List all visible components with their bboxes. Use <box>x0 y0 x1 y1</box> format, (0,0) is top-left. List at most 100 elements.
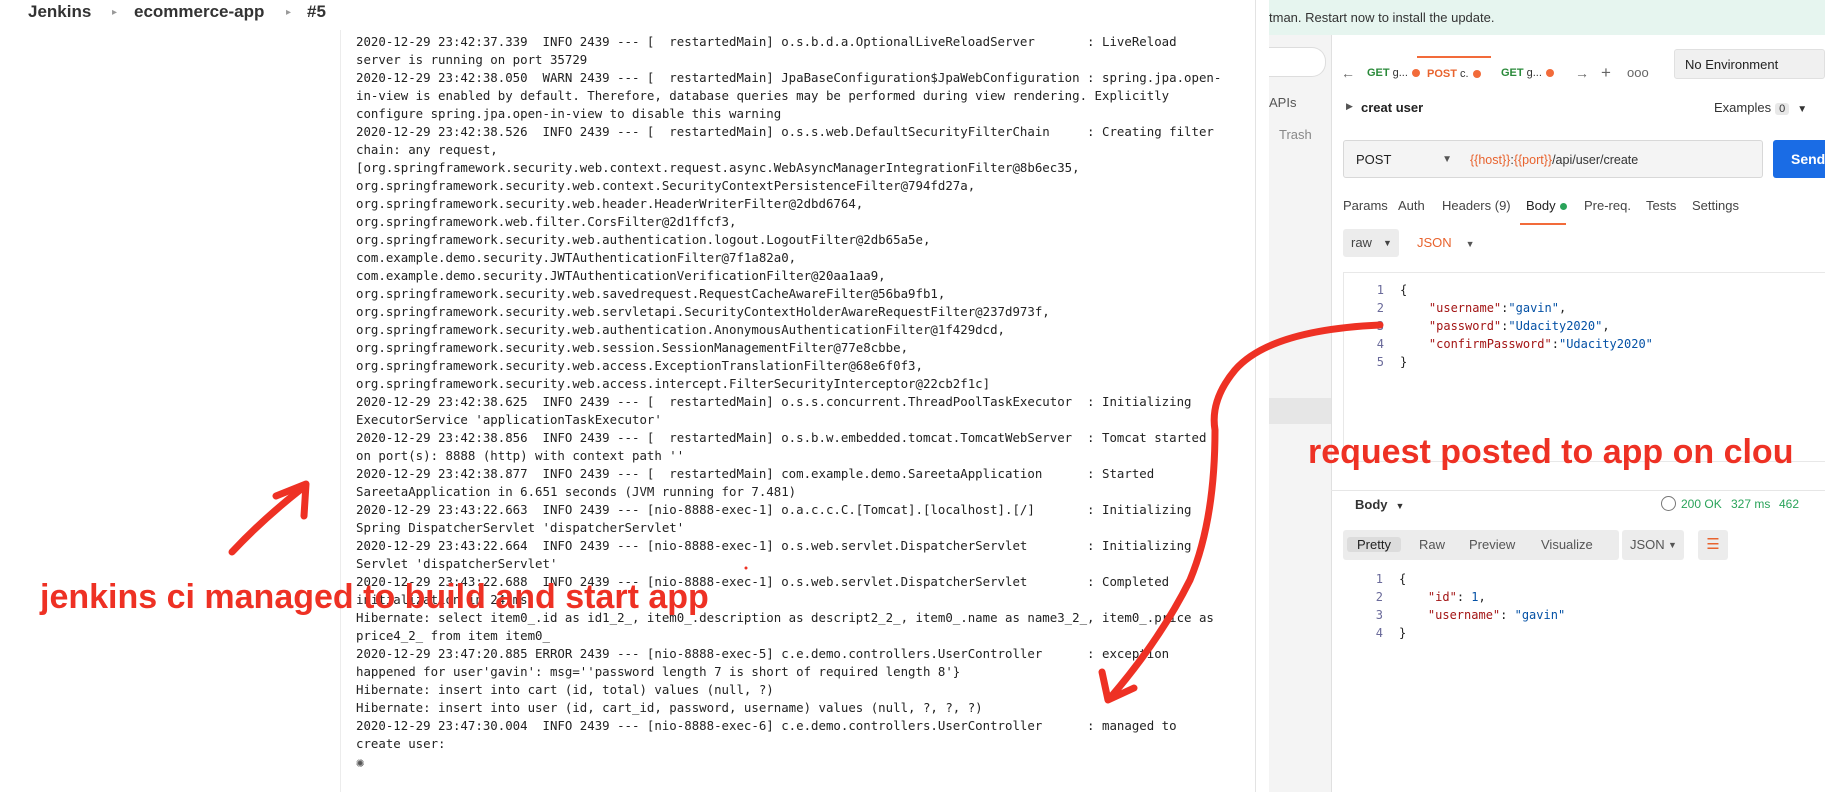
code-key: "confirmPassword" <box>1428 337 1552 351</box>
wrap-lines-icon[interactable]: ☰ <box>1698 530 1728 560</box>
console-line: 2020-12-29 23:42:38.625 INFO 2439 --- [ … <box>356 394 1192 409</box>
console-line: org.springframework.security.web.session… <box>356 340 909 355</box>
sidebar-item-trash[interactable]: Trash <box>1279 127 1312 142</box>
postman-sidebar: APIs Trash <box>1269 35 1332 792</box>
console-line: on port(s): 8888 (http) with context pat… <box>356 448 685 463</box>
line-number: 1 <box>1375 572 1383 586</box>
view-preview[interactable]: Preview <box>1469 530 1515 560</box>
console-line: in-view is enabled by default. Therefore… <box>356 88 1170 103</box>
collapse-caret-icon[interactable]: ▶ <box>1346 101 1353 112</box>
globe-icon[interactable] <box>1661 496 1676 511</box>
breadcrumb-jenkins[interactable]: Jenkins <box>28 0 91 26</box>
chevron-down-icon: ▼ <box>1442 154 1452 165</box>
line-number: 2 <box>1375 590 1383 604</box>
send-button[interactable]: Send <box>1773 140 1825 178</box>
tab-headers-label: Headers (9) <box>1442 198 1511 213</box>
response-format-value: JSON <box>1630 537 1665 552</box>
line-number: 2 <box>1376 301 1384 315</box>
tab-body[interactable]: Body <box>1526 198 1567 213</box>
postman-panel: tman. Restart now to install the update.… <box>1269 0 1825 792</box>
view-pretty-label: Pretty <box>1347 537 1401 552</box>
tab-method: GET <box>1501 67 1524 79</box>
environment-select[interactable]: No Environment <box>1674 49 1825 79</box>
body-mode-select[interactable]: raw ▼ <box>1343 229 1399 257</box>
body-language-value: JSON <box>1417 235 1452 250</box>
line-number: 3 <box>1375 608 1383 622</box>
code-line: } <box>1399 626 1407 640</box>
console-line: [org.springframework.security.web.contex… <box>356 160 1080 175</box>
tab-headers[interactable]: Headers (9) <box>1442 198 1511 213</box>
console-line: org.springframework.web.filter.CorsFilte… <box>356 214 737 229</box>
jenkins-panel: Jenkins ▸ ecommerce-app ▸ #5 2020-12-29 … <box>0 0 1256 792</box>
sidebar-selected-item[interactable] <box>1269 398 1331 424</box>
method-select[interactable]: POST ▼ <box>1343 140 1461 178</box>
breadcrumb-ecommerce-app[interactable]: ecommerce-app <box>134 0 264 26</box>
console-line: happened for user'gavin': msg=''password… <box>356 664 961 679</box>
console-line: chain: any request, <box>356 142 498 157</box>
request-tab[interactable]: GET g... <box>1501 57 1554 89</box>
response-time: 327 ms <box>1731 497 1771 511</box>
tab-label: c. <box>1459 68 1469 80</box>
console-line: Spring DispatcherServlet 'dispatcherServ… <box>356 520 685 535</box>
tab-auth[interactable]: Auth <box>1398 198 1425 213</box>
tab-tests[interactable]: Tests <box>1646 198 1676 213</box>
tab-params[interactable]: Params <box>1343 198 1388 213</box>
more-tabs-icon[interactable]: ooo <box>1627 57 1649 89</box>
update-banner: tman. Restart now to install the update. <box>1269 0 1825 35</box>
console-output: 2020-12-29 23:42:37.339 INFO 2439 --- [ … <box>356 33 1246 773</box>
tab-method: POST <box>1427 68 1457 80</box>
sidebar-search-input[interactable] <box>1269 47 1326 77</box>
body-mode-value: raw <box>1351 235 1372 250</box>
console-line: org.springframework.security.web.savedre… <box>356 286 946 301</box>
code-key: "password" <box>1428 319 1502 333</box>
console-line: com.example.demo.security.JWTAuthenticat… <box>356 250 797 265</box>
forward-arrow-icon[interactable]: → <box>1575 57 1589 89</box>
request-tab-active[interactable]: POST c. <box>1417 56 1491 90</box>
view-raw[interactable]: Raw <box>1419 530 1445 560</box>
code-val: "Udacity2020" <box>1558 337 1653 351</box>
console-line: 2020-12-29 23:42:38.526 INFO 2439 --- [ … <box>356 124 1214 139</box>
jenkins-breadcrumb: Jenkins ▸ ecommerce-app ▸ #5 <box>0 0 1255 30</box>
view-visualize[interactable]: Visualize <box>1541 530 1593 560</box>
line-number: 1 <box>1376 283 1384 297</box>
response-body-dropdown[interactable]: Body ▼ <box>1355 497 1404 512</box>
breadcrumb-separator-icon: ▸ <box>286 7 292 18</box>
code-line: "username":"gavin", <box>1400 299 1566 317</box>
examples-dropdown[interactable]: Examples 0 ▼ <box>1714 100 1807 115</box>
chevron-down-icon: ▼ <box>1668 540 1677 550</box>
code-val: "gavin" <box>1508 301 1559 315</box>
active-tab-underline <box>1520 223 1566 225</box>
url-input[interactable]: {{host}}:{{port}}/api/user/create <box>1460 140 1763 178</box>
console-line: 2020-12-29 23:47:30.004 INFO 2439 --- [n… <box>356 718 1177 733</box>
console-line: 2020-12-29 23:42:38.050 WARN 2439 --- [ … <box>356 70 1222 85</box>
new-tab-plus-icon[interactable]: + <box>1601 57 1611 89</box>
back-arrow-icon[interactable]: ← <box>1341 57 1355 89</box>
request-name[interactable]: creat user <box>1361 100 1423 115</box>
code-line: { <box>1399 572 1407 586</box>
request-tab[interactable]: GET g... <box>1367 57 1420 89</box>
code-line: "password":"Udacity2020", <box>1400 317 1610 335</box>
tab-method: GET <box>1367 67 1390 79</box>
jenkins-side-panel <box>0 30 341 792</box>
code-end: , <box>1558 301 1567 315</box>
breadcrumb-build-number[interactable]: #5 <box>307 0 326 26</box>
tab-label: g... <box>1526 67 1542 79</box>
tab-settings[interactable]: Settings <box>1692 198 1739 213</box>
code-key: "id" <box>1427 590 1457 604</box>
console-line: org.springframework.security.web.context… <box>356 178 976 193</box>
view-pretty[interactable]: Pretty <box>1347 530 1401 560</box>
tab-label: g... <box>1392 67 1408 79</box>
console-line: org.springframework.security.web.authent… <box>356 232 931 247</box>
line-number: 3 <box>1376 319 1384 333</box>
tab-prerequest[interactable]: Pre-req. <box>1584 198 1631 213</box>
console-line: 2020-12-29 23:47:20.885 ERROR 2439 --- [… <box>356 646 1170 661</box>
response-format-select[interactable]: JSON ▼ <box>1622 530 1684 560</box>
breadcrumb-separator-icon: ▸ <box>112 7 118 18</box>
sidebar-item-apis[interactable]: APIs <box>1269 95 1296 110</box>
body-language-select[interactable]: JSON ▼ <box>1417 229 1475 258</box>
code-sep: : <box>1551 337 1559 351</box>
console-line: Hibernate: insert into user (id, cart_id… <box>356 700 983 715</box>
response-body-label: Body <box>1355 497 1388 512</box>
